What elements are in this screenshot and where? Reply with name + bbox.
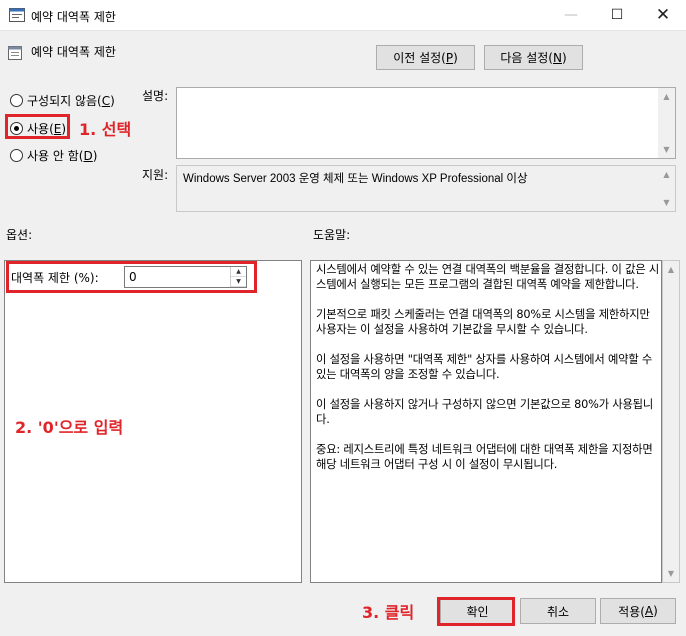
apply-button[interactable]: 적용(A)	[600, 598, 676, 624]
paren-close: )	[453, 50, 458, 65]
radio-key: D	[83, 148, 93, 163]
radio-not-configured[interactable]: 구성되지 않음(C)	[10, 92, 115, 109]
next-setting-label: 다음 설정(	[500, 51, 553, 65]
help-panel: 시스템에서 예약할 수 있는 연결 대역폭의 백분율을 결정합니다. 이 값은 …	[310, 260, 662, 583]
annotation-step1: 1. 선택	[79, 120, 132, 139]
supported-scrollbar[interactable]: ▲ ▼	[658, 166, 675, 211]
minimize-icon[interactable]: —	[548, 0, 594, 30]
maximize-icon[interactable]: ☐	[594, 0, 640, 30]
annotation-box-enabled	[5, 114, 70, 139]
supported-value: Windows Server 2003 운영 체제 또는 Windows XP …	[183, 173, 528, 185]
annotation-step2: 2. '0'으로 입력	[15, 418, 124, 437]
policy-setting-icon	[8, 46, 22, 60]
scroll-up-icon[interactable]: ▲	[658, 88, 675, 105]
previous-setting-button[interactable]: 이전 설정(P)	[376, 45, 475, 70]
close-icon[interactable]: ✕	[640, 0, 686, 30]
radio-key: C	[101, 93, 111, 108]
next-setting-key: N	[553, 50, 562, 65]
options-label: 옵션:	[6, 228, 33, 242]
radio-disabled[interactable]: 사용 안 함(D)	[10, 147, 97, 164]
radio-label: 사용 안 함(	[27, 149, 84, 163]
annotation-box-ok	[437, 597, 515, 626]
comment-label: 설명:	[142, 89, 169, 103]
previous-setting-label: 이전 설정(	[393, 51, 446, 65]
policy-name: 예약 대역폭 제한	[31, 45, 116, 59]
next-setting-button[interactable]: 다음 설정(N)	[484, 45, 583, 70]
scroll-down-icon[interactable]: ▼	[663, 565, 679, 582]
help-label: 도움말:	[313, 228, 351, 242]
title-bar: 예약 대역폭 제한 — ☐ ✕	[0, 0, 686, 31]
radio-label: 구성되지 않음(	[27, 94, 102, 108]
window-title: 예약 대역폭 제한	[31, 10, 116, 24]
supported-box: Windows Server 2003 운영 체제 또는 Windows XP …	[176, 165, 676, 212]
supported-label: 지원:	[142, 168, 169, 182]
paren-close: )	[653, 604, 658, 618]
scroll-down-icon[interactable]: ▼	[658, 194, 675, 211]
previous-setting-key: P	[445, 50, 454, 65]
scroll-up-icon[interactable]: ▲	[658, 166, 675, 183]
radio-circle[interactable]	[10, 149, 23, 162]
annotation-step3: 3. 클릭	[362, 603, 415, 622]
annotation-box-bandwidth	[6, 261, 257, 293]
help-text: 시스템에서 예약할 수 있는 연결 대역폭의 백분율을 결정합니다. 이 값은 …	[316, 263, 660, 471]
radio-circle[interactable]	[10, 94, 23, 107]
policy-window-icon	[9, 8, 25, 22]
cancel-button[interactable]: 취소	[520, 598, 596, 624]
paren-close: )	[561, 50, 567, 65]
paren-close: )	[110, 93, 115, 108]
cancel-label: 취소	[546, 604, 570, 619]
apply-label: 적용(	[618, 604, 645, 619]
scroll-up-icon[interactable]: ▲	[663, 261, 679, 278]
comment-textarea[interactable]: ▲ ▼	[176, 87, 676, 159]
help-scrollbar[interactable]: ▲ ▼	[662, 260, 680, 583]
paren-close: )	[92, 148, 98, 163]
comment-scrollbar[interactable]: ▲ ▼	[658, 88, 675, 158]
scroll-down-icon[interactable]: ▼	[658, 141, 675, 158]
apply-key: A	[644, 604, 654, 618]
